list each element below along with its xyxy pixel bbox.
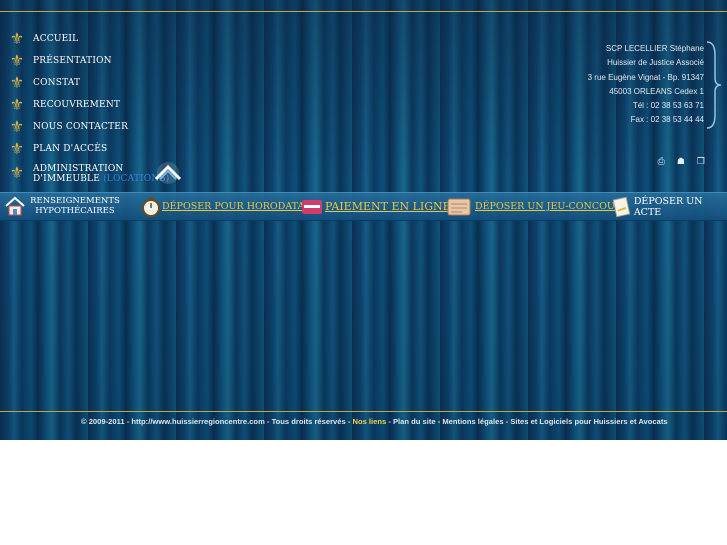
renseignements-label: RENSEIGNEMENTS HYPOTHÉCAIRES bbox=[28, 196, 122, 216]
credit-card-icon bbox=[302, 199, 322, 214]
footer-link-mentions[interactable]: Mentions légales bbox=[442, 417, 503, 426]
horodatage-label: DÉPOSER POUR HORODATAGE bbox=[162, 201, 319, 212]
menu-item-label: PRÉSENTATION bbox=[33, 56, 112, 66]
menu-item-label: ADMINISTRATION D'IMMEUBLE (LOCATIONS) bbox=[33, 164, 170, 184]
people-icon[interactable]: ☗ bbox=[677, 157, 685, 167]
menu-item-label: CONSTAT bbox=[33, 78, 81, 88]
house-icon bbox=[5, 196, 25, 216]
horodatage-button[interactable]: DÉPOSER POUR HORODATAGE bbox=[140, 193, 319, 220]
bottom-divider bbox=[0, 411, 727, 412]
menu-item-label: ACCUEIL bbox=[33, 34, 79, 44]
footer-link-sites[interactable]: Sites et Logiciels pour Huissiers et Avo… bbox=[510, 417, 667, 426]
address-street: 3 rue Eugène Vignat - Bp. 91347 bbox=[587, 72, 704, 82]
menu-item-plan-acces[interactable]: ⚜ PLAN D'ACCÈS bbox=[8, 138, 170, 160]
top-divider bbox=[0, 11, 727, 12]
footer-link-plan-site[interactable]: - Plan du site - bbox=[386, 417, 442, 426]
menu-item-recouvrement[interactable]: ⚜ RECOUVREMENT bbox=[8, 94, 170, 116]
stopwatch-icon bbox=[142, 196, 160, 217]
address-title: Huissier de Justice Associé bbox=[607, 58, 704, 68]
fleur-de-lis-icon: ⚜ bbox=[9, 51, 25, 70]
jeu-concours-label: DÉPOSER UN JEU-CONCOURS bbox=[475, 201, 629, 212]
fleur-de-lis-icon: ⚜ bbox=[9, 29, 25, 48]
main-menu: ⚜ ACCUEIL ⚜ PRÉSENTATION ⚜ CONSTAT ⚜ REC… bbox=[8, 28, 182, 192]
menu-item-accueil[interactable]: ⚜ ACCUEIL bbox=[8, 28, 170, 50]
fleur-de-lis-icon: ⚜ bbox=[9, 163, 25, 182]
address-tel: Tél : 02 38 53 63 71 bbox=[632, 101, 704, 111]
paiement-label: PAIEMENT EN LIGNE bbox=[325, 200, 451, 213]
acte-label: DÉPOSER UN ACTE bbox=[633, 195, 703, 218]
address-name: SCP LECELLIER Stéphane bbox=[605, 44, 704, 53]
admin-line1: ADMINISTRATION bbox=[33, 164, 124, 174]
menu-item-label: PLAN D'ACCÈS bbox=[33, 144, 108, 154]
address-fax: Fax : 02 38 53 44 44 bbox=[630, 115, 704, 125]
contact-address: SCP LECELLIER Stéphane Huissier de Justi… bbox=[588, 42, 704, 128]
acte-button[interactable]: DÉPOSER UN ACTE bbox=[613, 193, 727, 220]
menu-item-constat[interactable]: ⚜ CONSTAT bbox=[8, 72, 170, 94]
renseignements-button[interactable]: RENSEIGNEMENTS HYPOTHÉCAIRES bbox=[0, 193, 125, 220]
renseignements-line1: RENSEIGNEMENTS bbox=[30, 196, 120, 206]
menu-item-contact[interactable]: ⚜ NOUS CONTACTER bbox=[8, 116, 170, 138]
brace-decoration bbox=[706, 41, 722, 129]
menu-item-presentation[interactable]: ⚜ PRÉSENTATION bbox=[8, 50, 170, 72]
jeu-concours-button[interactable]: DÉPOSER UN JEU-CONCOURS bbox=[446, 193, 629, 220]
tool-icons: ⎙ ☗ ❐ bbox=[658, 157, 705, 167]
footer: © 2009-2011 - http://www.huissierregionc… bbox=[81, 417, 668, 426]
paiement-button[interactable]: PAIEMENT EN LIGNE bbox=[302, 193, 451, 220]
fleur-de-lis-icon: ⚜ bbox=[9, 117, 25, 136]
footer-link-nos-liens[interactable]: Nos liens bbox=[352, 417, 386, 426]
footer-copyright: © 2009-2011 - http://www.huissierregionc… bbox=[81, 417, 353, 426]
menu-item-administration[interactable]: ⚜ ADMINISTRATION D'IMMEUBLE (LOCATIONS) bbox=[8, 160, 182, 192]
window-icon[interactable]: ❐ bbox=[697, 157, 705, 167]
print-icon[interactable]: ⎙ bbox=[658, 157, 665, 167]
address-city: 45003 ORLEANS Cedex 1 bbox=[609, 86, 704, 96]
roof-icon bbox=[154, 162, 182, 184]
admin-line2: D'IMMEUBLE bbox=[33, 174, 100, 184]
document-icon bbox=[613, 196, 631, 217]
action-bar: RENSEIGNEMENTS HYPOTHÉCAIRES DÉPOSER POU… bbox=[0, 192, 727, 221]
fleur-de-lis-icon: ⚜ bbox=[9, 73, 25, 92]
menu-item-label: RECOUVREMENT bbox=[33, 100, 121, 110]
scroll-icon bbox=[447, 198, 471, 215]
renseignements-line2: HYPOTHÉCAIRES bbox=[35, 206, 115, 216]
menu-item-label: NOUS CONTACTER bbox=[33, 122, 129, 132]
fleur-de-lis-icon: ⚜ bbox=[9, 139, 25, 158]
fleur-de-lis-icon: ⚜ bbox=[9, 95, 25, 114]
